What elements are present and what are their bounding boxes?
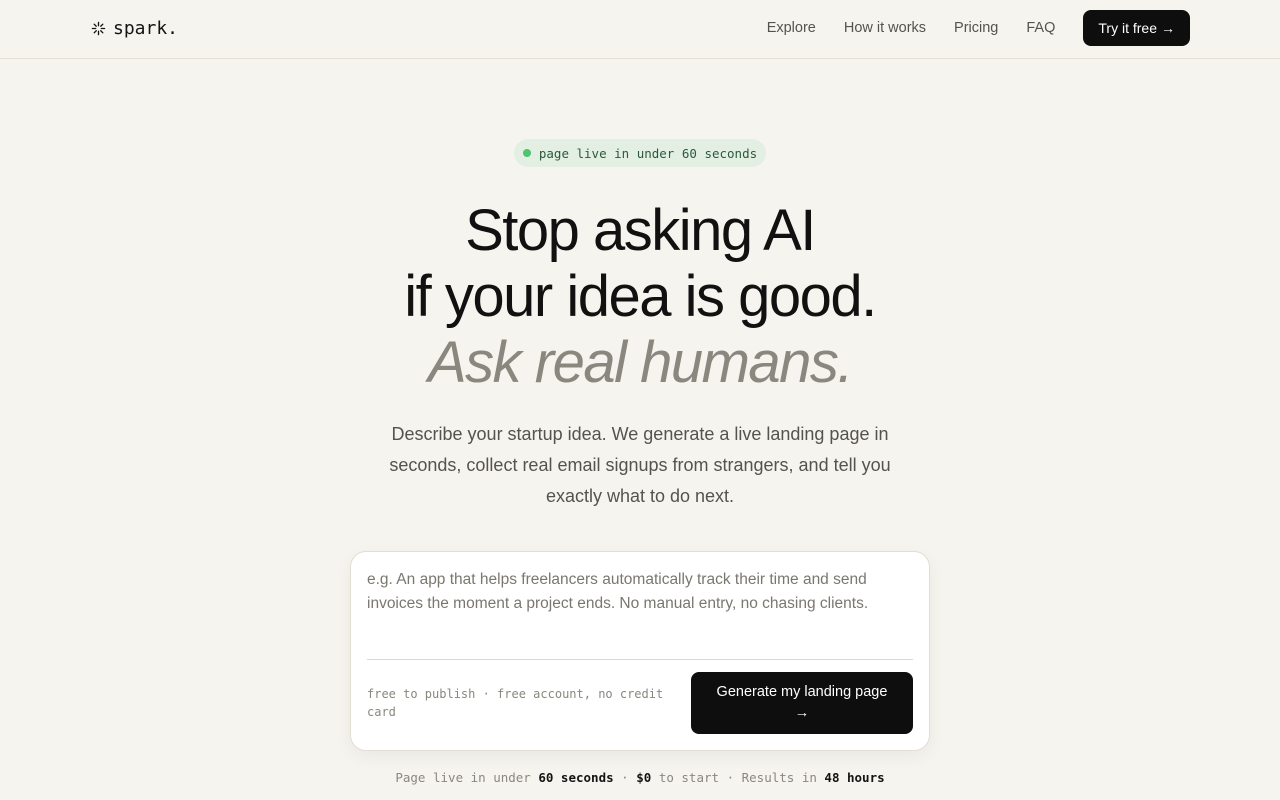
nav-how-it-works[interactable]: How it works bbox=[844, 20, 926, 36]
headline-line-3: Ask real humans. bbox=[427, 330, 854, 395]
logo-text: spark. bbox=[113, 17, 179, 39]
stats-separator: · bbox=[621, 770, 629, 785]
hero-subtitle: Describe your startup idea. We generate … bbox=[389, 424, 891, 506]
stats-results-value: 48 hours bbox=[824, 770, 885, 785]
stats-time-value: 60 seconds bbox=[538, 770, 614, 785]
idea-form-card: free to publish · free account, no credi… bbox=[350, 551, 930, 751]
generate-landing-page-button[interactable]: Generate my landing page → bbox=[691, 672, 913, 734]
badge-text: page live in under 60 seconds bbox=[538, 145, 758, 161]
nav-faq[interactable]: FAQ bbox=[1026, 20, 1055, 36]
stats-price-value: $0 bbox=[636, 770, 652, 785]
try-it-free-label: Try it free bbox=[1098, 20, 1157, 36]
stats-prefix: Page live in under bbox=[395, 770, 531, 785]
headline-line-2: if your idea is good. bbox=[404, 264, 877, 329]
generate-button-text: Generate my landing page bbox=[716, 684, 888, 700]
arrow-right-icon: → bbox=[1161, 20, 1175, 36]
idea-input[interactable] bbox=[367, 568, 913, 658]
stats-results-prefix: Results in bbox=[741, 770, 817, 785]
sparkle-icon bbox=[91, 21, 106, 35]
logo[interactable]: spark. bbox=[91, 16, 178, 40]
stats-separator: · bbox=[726, 770, 735, 785]
stats-price-suffix: to start bbox=[658, 770, 720, 785]
status-badge: page live in under 60 seconds bbox=[514, 139, 766, 167]
live-dot-icon bbox=[522, 149, 531, 157]
nav-explore[interactable]: Explore bbox=[767, 20, 816, 36]
stats-line: Page live in under 60 seconds · $0 to st… bbox=[0, 770, 1280, 785]
try-it-free-button[interactable]: Try it free → bbox=[1083, 10, 1190, 46]
form-note: free to publish · free account, no credi… bbox=[367, 687, 664, 719]
main-nav: Explore How it works Pricing FAQ Try it … bbox=[767, 10, 1190, 46]
arrow-right-icon: → bbox=[794, 705, 810, 721]
card-divider bbox=[367, 659, 913, 660]
generate-button-label: Generate my landing page → bbox=[711, 682, 893, 724]
headline-line-1: Stop asking AI bbox=[465, 198, 816, 263]
nav-pricing[interactable]: Pricing bbox=[954, 20, 998, 36]
top-navbar: spark. Explore How it works Pricing FAQ … bbox=[0, 0, 1280, 59]
hero-headline: Stop asking AI if your idea is good. Ask… bbox=[240, 198, 1040, 396]
